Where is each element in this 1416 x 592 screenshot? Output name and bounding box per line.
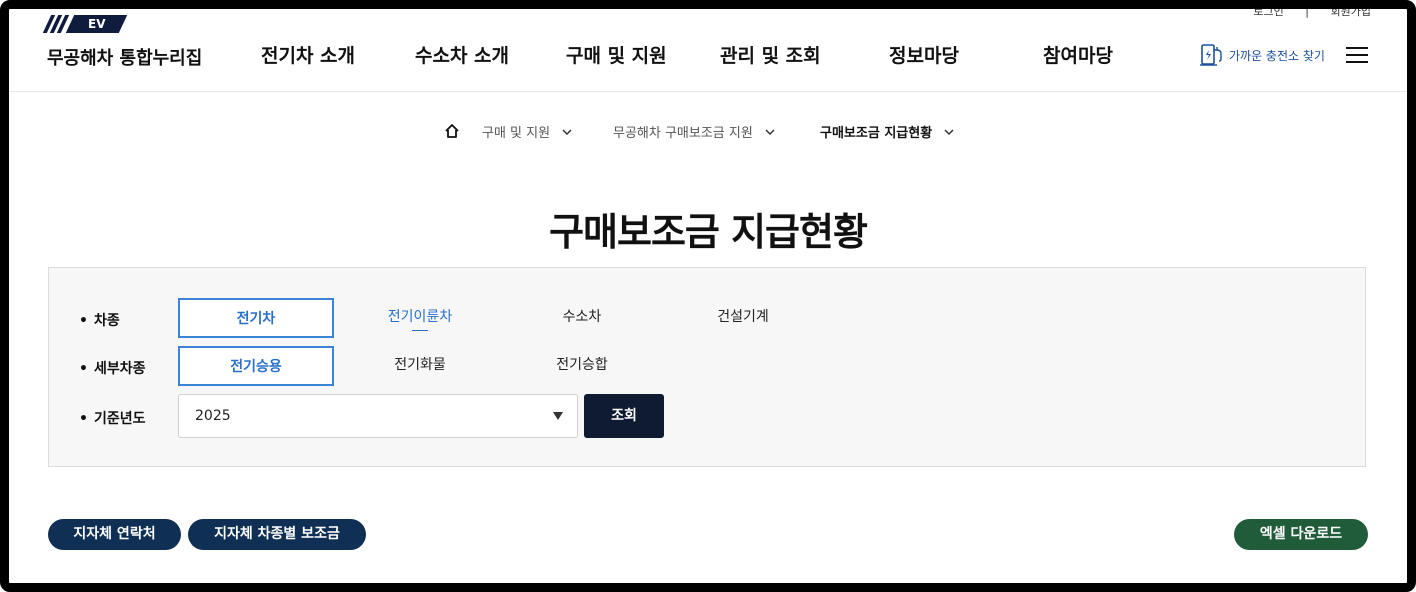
breadcrumb-label: 무공해차 구매보조금 지원 (613, 126, 753, 141)
util-divider: | (1305, 5, 1310, 18)
site-logo[interactable]: EV 무공해차 통합누리집 (42, 15, 202, 69)
chevron-down-icon (562, 128, 572, 135)
nav-manage-lookup[interactable]: 관리 및 조회 (720, 41, 821, 68)
breadcrumb-label: 구매보조금 지급현황 (820, 126, 933, 141)
sub-type-option-passenger[interactable]: 전기승용 (178, 346, 334, 386)
sub-type-option-truck[interactable]: 전기화물 (342, 346, 498, 386)
nav-purchase-support[interactable]: 구매 및 지원 (566, 41, 667, 68)
vehicle-type-option-construction[interactable]: 건설기계 (665, 298, 821, 338)
local-gov-subsidy-button[interactable]: 지자체 차종별 보조금 (188, 519, 366, 550)
utility-links: 로그인 | 회원가입 (1235, 3, 1371, 19)
signup-link[interactable]: 회원가입 (1331, 5, 1371, 18)
nav-ev-intro[interactable]: 전기차 소개 (261, 41, 355, 68)
chevron-down-icon (765, 128, 775, 135)
breadcrumb-item[interactable]: 구매 및 지원 (482, 122, 572, 141)
charging-station-icon (1200, 44, 1222, 66)
vehicle-type-option-ev[interactable]: 전기차 (178, 298, 334, 338)
site-name: 무공해차 통합누리집 (47, 48, 203, 69)
vehicle-type-option-hydrogen[interactable]: 수소차 (504, 298, 660, 338)
option-label: 전기이륜차 (387, 309, 453, 325)
login-link[interactable]: 로그인 (1253, 5, 1283, 18)
excel-download-button[interactable]: 엑셀 다운로드 (1234, 519, 1368, 550)
year-label: 기준년도 (79, 408, 146, 428)
breadcrumb-label: 구매 및 지원 (482, 126, 551, 141)
breadcrumb-current[interactable]: 구매보조금 지급현황 (820, 122, 954, 141)
nav-participate[interactable]: 참여마당 (1043, 41, 1113, 68)
breadcrumb: 구매 및 지원 무공해차 구매보조금 지원 구매보조금 지급현황 (0, 122, 1416, 142)
find-station-link[interactable]: 가까운 충전소 찾기 (1199, 42, 1325, 68)
menu-icon[interactable] (1346, 47, 1368, 63)
filter-panel: 차종 전기차 전기이륜차 수소차 건설기계 세부차종 전기승용 전기화물 전기승… (48, 267, 1366, 467)
logo-badge-text: EV (88, 17, 106, 31)
page-title: 구매보조금 지급현황 (549, 210, 868, 255)
hover-underline (412, 330, 428, 331)
year-select-value: 2025 (195, 408, 231, 424)
vehicle-type-label: 차종 (79, 310, 120, 330)
nav-info[interactable]: 정보마당 (889, 41, 959, 68)
ev-logo-mark: EV (42, 15, 128, 33)
site-header: 로그인 | 회원가입 EV 무공해차 통합누리집 전기차 소개 수소차 소개 구… (9, 5, 1407, 92)
nav-hydrogen-intro[interactable]: 수소차 소개 (415, 41, 509, 68)
vehicle-type-option-e-motorcycle[interactable]: 전기이륜차 (342, 298, 498, 338)
sub-type-option-bus[interactable]: 전기승합 (504, 346, 660, 386)
sub-type-label: 세부차종 (79, 358, 146, 378)
search-button[interactable]: 조회 (584, 394, 664, 438)
find-station-label: 가까운 충전소 찾기 (1229, 48, 1325, 63)
year-select[interactable]: 2025 (178, 394, 578, 438)
local-gov-contacts-button[interactable]: 지자체 연락처 (48, 519, 181, 550)
breadcrumb-item[interactable]: 무공해차 구매보조금 지원 (613, 122, 775, 141)
chevron-down-icon (944, 128, 954, 135)
dropdown-arrow-icon (553, 412, 563, 420)
